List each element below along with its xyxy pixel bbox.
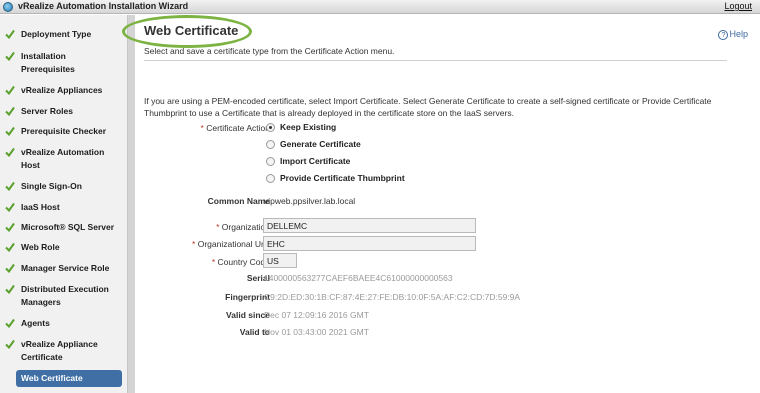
certificate-action-label: * Certificate Action (200, 123, 270, 133)
valid-since-value: Dec 07 12:09:16 2016 GMT (264, 310, 369, 320)
sidebar-item-label: Microsoft® SQL Server (21, 222, 115, 232)
sidebar-item-label: IaaS Host (21, 202, 60, 212)
sidebar-item-label: Manager Service Role (21, 263, 110, 273)
checkmark-icon (5, 318, 15, 328)
sidebar-item-label: vRealize Appliance Certificate (21, 339, 98, 362)
vrealize-logo-icon (3, 2, 13, 12)
sidebar-item-label: Distributed Execution Managers (21, 284, 109, 307)
sidebar-item-label: Server Roles (21, 106, 73, 116)
radio-button[interactable] (266, 157, 275, 166)
sidebar-splitter[interactable] (127, 15, 135, 393)
wizard-sidebar: Deployment Type Installation Prerequisit… (0, 15, 127, 393)
sidebar-item-label: Single Sign-On (21, 181, 82, 191)
page-subtitle: Select and save a certificate type from … (144, 46, 395, 56)
main-content: Web Certificate ? Help Select and save a … (122, 15, 760, 393)
checkmark-icon (5, 202, 15, 212)
checkmark-icon (5, 126, 15, 136)
sidebar-item-label: vRealize Automation Host (21, 147, 105, 170)
checkmark-icon (5, 29, 15, 39)
organization-label: * Organization (216, 222, 270, 232)
org-unit-field[interactable] (263, 236, 476, 251)
window-title: vRealize Automation Installation Wizard (18, 1, 189, 11)
fingerprint-value: C9:2D:ED:30:1B:CF:87:4E:27:FE:DB:10:0F:5… (264, 292, 521, 302)
checkmark-icon (5, 242, 15, 252)
help-label: Help (729, 29, 748, 39)
sidebar-item-label: Agents (21, 318, 50, 328)
checkmark-icon (5, 181, 15, 191)
sidebar-item-label: vRealize Appliances (21, 85, 103, 95)
page-title: Web Certificate (144, 23, 239, 38)
help-link[interactable]: ? Help (718, 29, 748, 40)
common-name-label: Common Name (207, 196, 270, 206)
valid-to-value: Nov 01 03:43:00 2021 GMT (264, 327, 369, 337)
sidebar-item-label: Installation Prerequisites (21, 51, 75, 74)
radio-button[interactable] (266, 140, 275, 149)
checkmark-icon (5, 147, 15, 157)
checkmark-icon (5, 51, 15, 61)
checkmark-icon (5, 106, 15, 116)
sidebar-item-label: Web Certificate (21, 373, 83, 383)
organization-field[interactable] (263, 218, 476, 233)
checkmark-icon (5, 263, 15, 273)
checkmark-icon (5, 222, 15, 232)
info-text: If you are using a PEM-encoded certifica… (144, 96, 712, 118)
title-bar: vRealize Automation Installation Wizard … (0, 0, 760, 14)
serial-value: 1400000563277CAEF6BAEE4C61000000000563 (264, 273, 453, 283)
sidebar-item-label: Prerequisite Checker (21, 126, 107, 136)
radio-button[interactable] (266, 123, 275, 132)
help-circle-icon: ? (718, 30, 729, 40)
sidebar-item-label: Web Role (21, 242, 60, 252)
sidebar-item-label: Deployment Type (21, 29, 92, 39)
radio-button[interactable] (266, 174, 275, 183)
checkmark-icon (5, 85, 15, 95)
org-unit-label: * Organizational Unit (192, 239, 270, 249)
sidebar-item-web-certificate[interactable]: Web Certificate (16, 370, 122, 387)
country-code-label: * Country Code (211, 257, 270, 267)
country-code-field[interactable] (263, 253, 297, 268)
logout-link[interactable]: Logout (724, 1, 752, 11)
divider (144, 60, 727, 61)
checkmark-icon (5, 339, 15, 349)
common-name-value: vipweb.ppsilver.lab.local (264, 196, 356, 206)
checkmark-icon (5, 284, 15, 294)
